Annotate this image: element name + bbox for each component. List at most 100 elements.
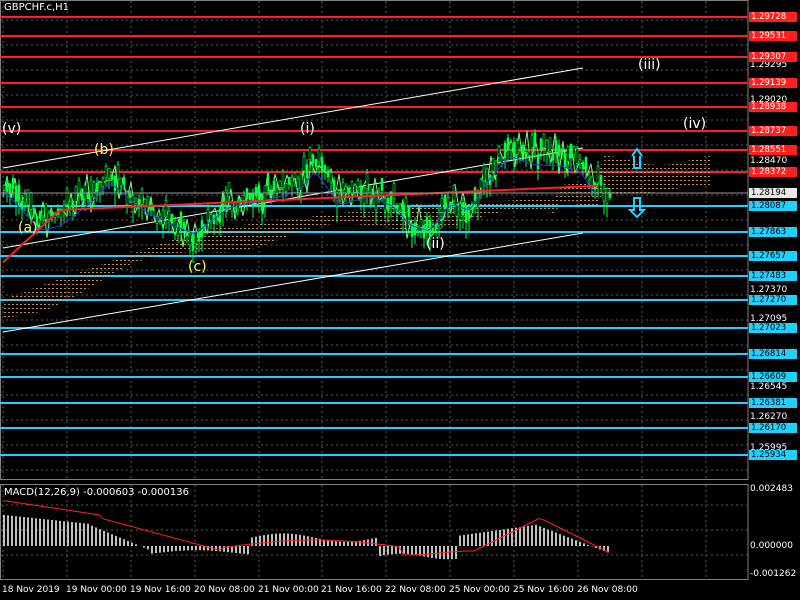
macd-histogram-bar [75,522,77,546]
resistance-tag: 1.28737 [749,126,797,136]
macd-histogram-bar [543,527,545,546]
macd-histogram-bar [115,535,117,546]
resistance-tag: 1.29307 [749,52,797,62]
macd-histogram-bar [39,518,41,546]
candle-body [548,137,552,153]
candle-body [296,178,300,189]
macd-title: MACD(12,26,9) -0.000603 -0.000136 [4,487,189,498]
macd-histogram-bar [435,546,437,559]
macd-histogram-bar [311,537,313,546]
candle-body [269,189,273,196]
candle-body [68,201,72,208]
macd-histogram-bar [195,546,197,551]
candle-body [320,156,324,173]
macd-histogram-bar [107,532,109,546]
wave-label-i: (i) [300,121,315,137]
chart-window[interactable]: GBPCHF.c,H1 MACD(12,26,9) -0.000603 -0.0… [0,0,800,600]
macd-histogram-bar [511,528,513,546]
candle-body [557,144,561,157]
macd-histogram-bar [127,540,129,546]
candle-body [503,142,507,159]
candle-body [539,138,543,151]
candle-body [194,231,198,244]
macd-histogram-bar [343,541,345,546]
candle-body [2,185,6,191]
candle-body [134,197,138,204]
macd-histogram-bar [59,520,61,546]
macd-histogram-bar [551,531,553,546]
candle-body [350,181,354,195]
candle-body [311,154,315,164]
macd-histogram-bar [47,519,49,546]
symbol-title: GBPCHF.c,H1 [4,2,70,13]
macd-histogram-bar [179,546,181,551]
macd-histogram-bar [375,537,377,546]
candle-body [500,158,504,164]
resistance-tag: 1.29728 [749,12,797,22]
macd-histogram-bar [491,531,493,546]
macd-histogram-bar [467,534,469,546]
macd-histogram-bar [135,544,137,546]
candle-body [284,183,288,192]
candle-body [14,185,18,202]
candle-body [608,193,612,198]
candle-body [578,159,582,165]
candle-body [266,172,270,186]
macd-histogram-bar [351,541,353,546]
candle-body [206,209,210,221]
wave-label-a: (a) [18,220,38,236]
price-chart-canvas[interactable] [0,0,800,600]
macd-histogram-bar [287,533,289,546]
macd-histogram-bar [3,514,5,546]
candle-body [218,208,222,223]
macd-histogram-bar [547,529,549,546]
candle-body [407,206,411,218]
price-tick: 1.27370 [750,285,788,295]
macd-histogram-bar [71,522,73,546]
candle-body [245,188,249,200]
candle-body [260,193,264,211]
support-tag: 1.27863 [749,227,797,237]
macd-histogram-bar [103,530,105,546]
candle-body [383,198,387,211]
macd-histogram-bar [451,546,453,560]
macd-histogram-bar [251,537,253,546]
candle-body [182,222,186,230]
macd-histogram-bar [571,538,573,546]
candle-body [281,171,285,188]
macd-histogram-bar [43,519,45,546]
macd-histogram-bar [99,529,101,546]
resistance-tag: 1.28372 [749,167,797,177]
candle-body [287,176,291,185]
candle-body [473,187,477,201]
macd-histogram-bar [263,535,265,546]
candle-body [572,146,576,155]
macd-histogram-bar [395,546,397,554]
candle-body [74,186,78,202]
macd-histogram-bar [279,533,281,546]
candle-body [599,175,603,186]
candle-body [227,182,231,198]
candle-body [32,208,36,216]
current-price-tag: 1.28194 [749,188,797,198]
macd-histogram-bar [495,530,497,546]
macd-histogram-bar [327,540,329,546]
resistance-tag: 1.29531 [749,31,797,41]
macd-histogram-bar [51,519,53,546]
macd-histogram-bar [407,546,409,555]
candle-body [83,185,87,200]
macd-histogram-bar [159,546,161,553]
candle-body [290,177,294,187]
candle-body [587,174,591,180]
candle-body [533,132,537,147]
candle-body [26,189,30,206]
candle-body [458,203,462,220]
candle-body [119,177,123,187]
macd-histogram-bar [27,517,29,546]
candle-body [80,188,84,201]
macd-histogram-bar [175,546,177,552]
macd-histogram-bar [315,537,317,546]
macd-histogram-bar [383,546,385,556]
macd-histogram-bar [63,521,65,546]
macd-histogram-bar [587,544,589,546]
